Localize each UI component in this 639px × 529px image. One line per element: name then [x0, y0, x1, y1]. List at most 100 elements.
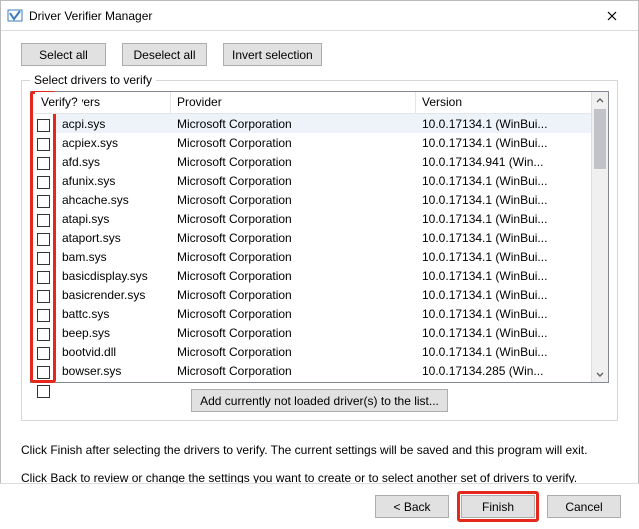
- verify-checkbox[interactable]: [37, 214, 50, 227]
- cell-driver: ahcache.sys: [56, 193, 171, 207]
- table-row[interactable]: bowser.sysMicrosoft Corporation10.0.1713…: [56, 361, 591, 380]
- scroll-thumb[interactable]: [594, 109, 606, 169]
- cell-provider: Microsoft Corporation: [171, 136, 416, 150]
- verify-checkbox[interactable]: [37, 157, 50, 170]
- cell-version: 10.0.17134.1 (WinBui...: [416, 307, 591, 321]
- table-row[interactable]: acpi.sysMicrosoft Corporation10.0.17134.…: [56, 114, 591, 133]
- verify-checkbox[interactable]: [37, 366, 50, 379]
- add-drivers-button[interactable]: Add currently not loaded driver(s) to th…: [191, 389, 448, 412]
- cell-provider: Microsoft Corporation: [171, 345, 416, 359]
- app-icon: [7, 8, 23, 24]
- verify-checkbox-cell: [33, 135, 53, 154]
- verify-checkbox-cell: [33, 211, 53, 230]
- verify-checkbox-cell: [33, 325, 53, 344]
- cell-provider: Microsoft Corporation: [171, 193, 416, 207]
- verify-checkbox[interactable]: [37, 176, 50, 189]
- cell-driver: afunix.sys: [56, 174, 171, 188]
- verify-checkbox[interactable]: [37, 119, 50, 132]
- cell-driver: atapi.sys: [56, 212, 171, 226]
- table-row[interactable]: basicrender.sysMicrosoft Corporation10.0…: [56, 285, 591, 304]
- verify-checkbox-cell: [33, 230, 53, 249]
- instruction-line-1: Click Finish after selecting the drivers…: [21, 443, 618, 457]
- cell-version: 10.0.17134.285 (Win...: [416, 364, 591, 378]
- cell-driver: beep.sys: [56, 326, 171, 340]
- cell-version: 10.0.17134.1 (WinBui...: [416, 193, 591, 207]
- cell-driver: bowser.sys: [56, 364, 171, 378]
- table-row[interactable]: basicdisplay.sysMicrosoft Corporation10.…: [56, 266, 591, 285]
- verify-checkbox[interactable]: [37, 385, 50, 398]
- table-row[interactable]: ahcache.sysMicrosoft Corporation10.0.171…: [56, 190, 591, 209]
- column-header-version[interactable]: Version: [416, 92, 591, 113]
- verify-checkbox-cell: [33, 154, 53, 173]
- titlebar: Driver Verifier Manager: [1, 1, 638, 31]
- verify-checkbox[interactable]: [37, 252, 50, 265]
- deselect-all-button[interactable]: Deselect all: [122, 43, 207, 66]
- footer: < Back Finish Cancel: [0, 483, 639, 529]
- cell-version: 10.0.17134.1 (WinBui...: [416, 136, 591, 150]
- cell-version: 10.0.17134.941 (Win...: [416, 155, 591, 169]
- verify-checkbox-cell: [33, 363, 53, 382]
- verify-checkbox-column: [30, 91, 56, 383]
- verify-checkbox[interactable]: [37, 271, 50, 284]
- verify-checkbox[interactable]: [37, 233, 50, 246]
- verify-checkbox-cell: [33, 268, 53, 287]
- cell-driver: bootvid.dll: [56, 345, 171, 359]
- cell-provider: Microsoft Corporation: [171, 364, 416, 378]
- verify-checkbox-cell: [33, 173, 53, 192]
- table-row[interactable]: afd.sysMicrosoft Corporation10.0.17134.9…: [56, 152, 591, 171]
- table-header: Drivers Provider Version: [56, 92, 591, 114]
- cell-driver: bam.sys: [56, 250, 171, 264]
- verify-checkbox[interactable]: [37, 138, 50, 151]
- cell-version: 10.0.17134.1 (WinBui...: [416, 231, 591, 245]
- column-header-verify[interactable]: Verify?: [35, 92, 82, 114]
- scroll-track[interactable]: [592, 109, 608, 365]
- cell-version: 10.0.17134.1 (WinBui...: [416, 269, 591, 283]
- cell-version: 10.0.17134.1 (WinBui...: [416, 212, 591, 226]
- table-row[interactable]: battc.sysMicrosoft Corporation10.0.17134…: [56, 304, 591, 323]
- invert-selection-button[interactable]: Invert selection: [223, 43, 322, 66]
- table-row[interactable]: bam.sysMicrosoft Corporation10.0.17134.1…: [56, 247, 591, 266]
- finish-button[interactable]: Finish: [461, 495, 535, 518]
- column-header-provider[interactable]: Provider: [171, 92, 416, 113]
- table-row[interactable]: atapi.sysMicrosoft Corporation10.0.17134…: [56, 209, 591, 228]
- drivers-group: Select drivers to verify Verify? Drivers…: [21, 80, 618, 421]
- verify-checkbox-cell: [33, 116, 53, 135]
- verify-checkbox[interactable]: [37, 328, 50, 341]
- cell-version: 10.0.17134.1 (WinBui...: [416, 117, 591, 131]
- select-all-button[interactable]: Select all: [21, 43, 106, 66]
- verify-checkbox-cell: [33, 344, 53, 363]
- verify-checkbox[interactable]: [37, 309, 50, 322]
- table-row[interactable]: acpiex.sysMicrosoft Corporation10.0.1713…: [56, 133, 591, 152]
- cell-driver: afd.sys: [56, 155, 171, 169]
- back-button[interactable]: < Back: [375, 495, 449, 518]
- verify-checkbox[interactable]: [37, 347, 50, 360]
- cell-version: 10.0.17134.1 (WinBui...: [416, 174, 591, 188]
- scroll-up-button[interactable]: [592, 92, 608, 109]
- cell-driver: basicdisplay.sys: [56, 269, 171, 283]
- cancel-button[interactable]: Cancel: [547, 495, 621, 518]
- cell-version: 10.0.17134.1 (WinBui...: [416, 326, 591, 340]
- group-label: Select drivers to verify: [30, 73, 156, 87]
- verify-checkbox-cell: [33, 287, 53, 306]
- scroll-down-button[interactable]: [592, 365, 608, 382]
- scrollbar[interactable]: [591, 92, 608, 382]
- finish-highlight: Finish: [457, 491, 539, 522]
- cell-driver: acpiex.sys: [56, 136, 171, 150]
- cell-provider: Microsoft Corporation: [171, 326, 416, 340]
- table-row[interactable]: beep.sysMicrosoft Corporation10.0.17134.…: [56, 323, 591, 342]
- cell-version: 10.0.17134.1 (WinBui...: [416, 250, 591, 264]
- drivers-table: Drivers Provider Version acpi.sysMicroso…: [30, 91, 609, 383]
- close-button[interactable]: [590, 2, 634, 30]
- cell-provider: Microsoft Corporation: [171, 307, 416, 321]
- table-row[interactable]: afunix.sysMicrosoft Corporation10.0.1713…: [56, 171, 591, 190]
- top-buttons: Select all Deselect all Invert selection: [21, 43, 618, 66]
- cell-version: 10.0.17134.1 (WinBui...: [416, 288, 591, 302]
- verify-checkbox[interactable]: [37, 290, 50, 303]
- cell-driver: battc.sys: [56, 307, 171, 321]
- table-row[interactable]: ataport.sysMicrosoft Corporation10.0.171…: [56, 228, 591, 247]
- verify-checkbox[interactable]: [37, 195, 50, 208]
- verify-checkbox-cell: [33, 249, 53, 268]
- table-row[interactable]: bootvid.dllMicrosoft Corporation10.0.171…: [56, 342, 591, 361]
- table-row[interactable]: cdd.dllMicrosoft Corporation10.0.17134.1…: [56, 380, 591, 382]
- window-title: Driver Verifier Manager: [29, 9, 590, 23]
